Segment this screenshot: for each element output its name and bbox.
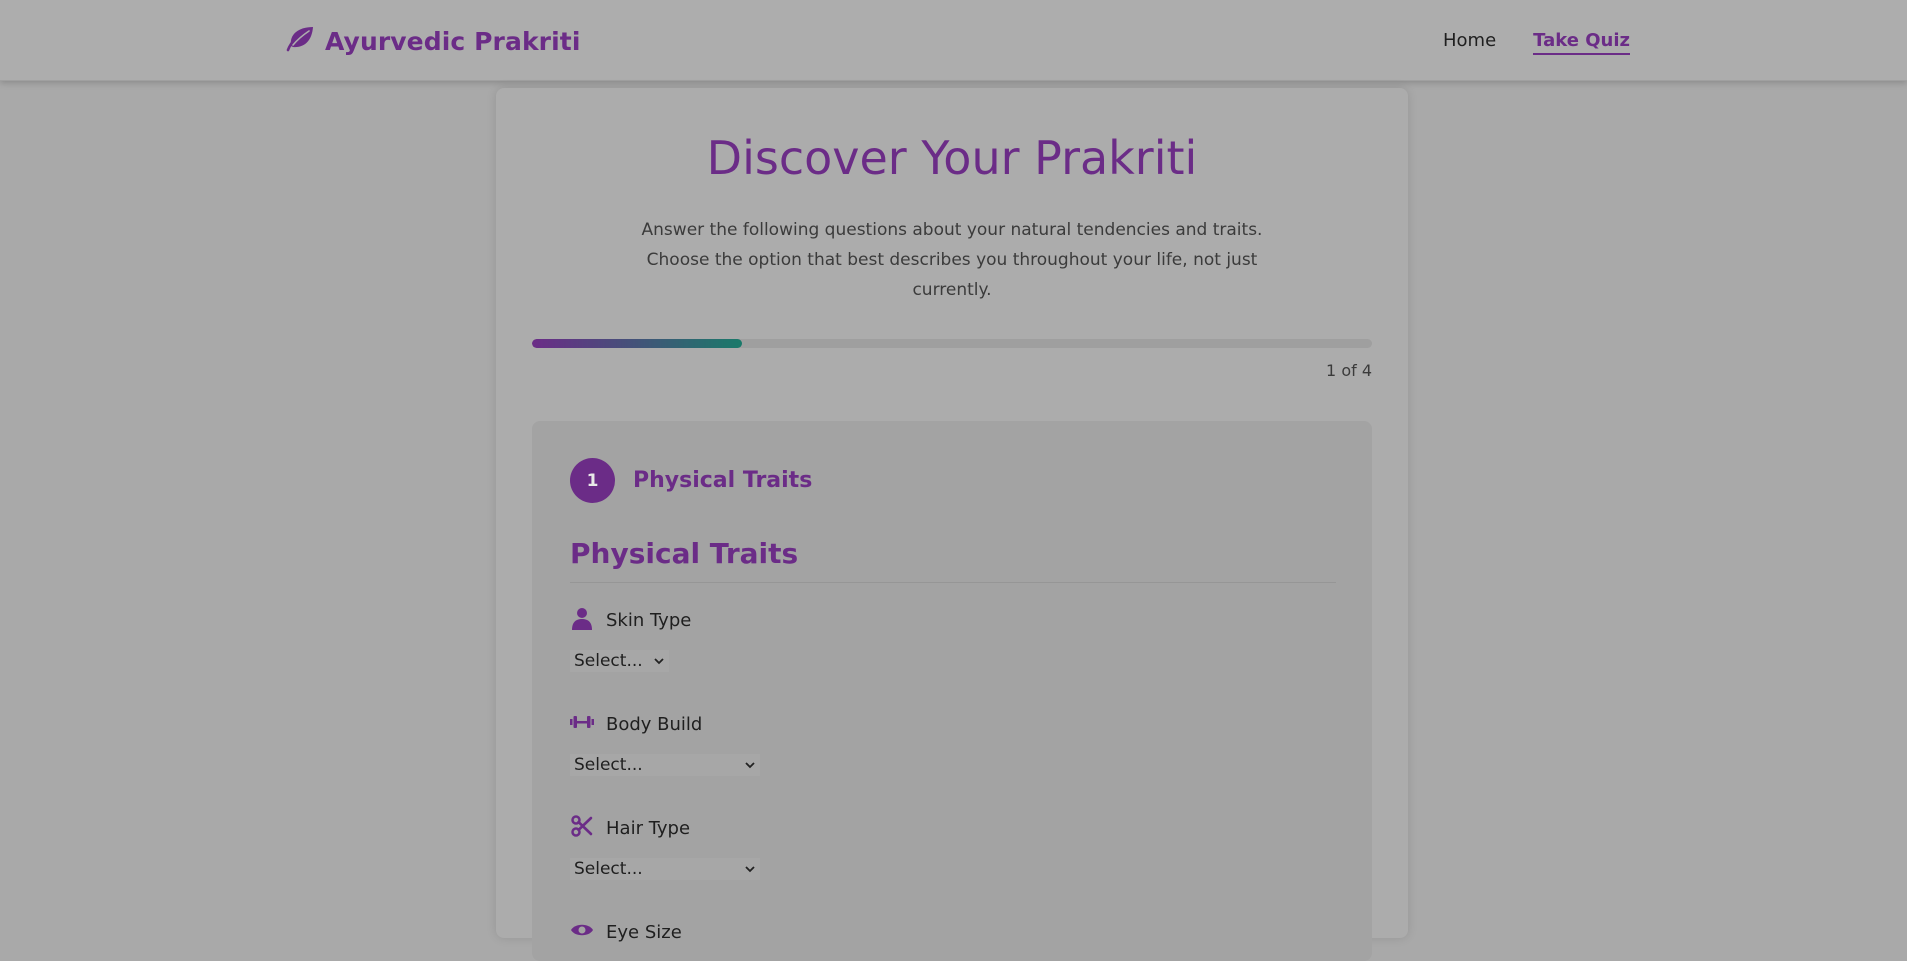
person-icon <box>570 606 594 635</box>
field-label: Skin Type <box>606 610 692 631</box>
scissors-icon <box>570 814 594 843</box>
quiz-card: Discover Your Prakriti Answer the follow… <box>496 88 1408 961</box>
brand-logo[interactable]: Ayurvedic Prakriti <box>285 24 581 58</box>
eye-icon <box>570 918 594 947</box>
field-label: Body Build <box>606 714 703 735</box>
chevron-down-icon <box>745 866 755 873</box>
page-title: Discover Your Prakriti <box>706 131 1198 185</box>
leaf-icon <box>285 24 315 58</box>
body-build-select[interactable]: Select... <box>570 754 760 776</box>
field-eye-size: Eye Size <box>570 918 682 947</box>
brand-name: Ayurvedic Prakriti <box>325 26 581 56</box>
nav-home-link[interactable]: Home <box>1443 30 1496 55</box>
field-label: Hair Type <box>606 818 691 839</box>
progress-text: 1 of 4 <box>1326 361 1372 380</box>
nav-take-quiz-link[interactable]: Take Quiz <box>1533 30 1630 55</box>
field-body-build: Body Build Select... <box>570 710 760 776</box>
skin-type-select[interactable]: Select... <box>570 650 669 672</box>
intro-text: Answer the following questions about you… <box>641 220 1263 300</box>
progress-fill <box>532 339 742 348</box>
step-header: 1 Physical Traits <box>570 458 812 503</box>
step-label: Physical Traits <box>633 468 813 493</box>
progress-bar <box>532 339 1372 348</box>
chevron-down-icon <box>654 658 664 665</box>
top-navbar: Ayurvedic Prakriti Home Take Quiz <box>0 0 1907 81</box>
step-number-badge: 1 <box>570 458 615 503</box>
chevron-down-icon <box>745 762 755 769</box>
field-hair-type: Hair Type Select... <box>570 814 760 880</box>
dumbbell-icon <box>570 710 594 739</box>
question-section: 1 Physical Traits Physical Traits Skin T… <box>532 421 1372 961</box>
hair-type-select[interactable]: Select... <box>570 858 760 880</box>
nav-links: Home Take Quiz <box>1443 30 1630 55</box>
field-label: Eye Size <box>606 922 682 943</box>
field-skin-type: Skin Type Select... <box>570 606 691 672</box>
section-title: Physical Traits <box>570 537 1336 583</box>
